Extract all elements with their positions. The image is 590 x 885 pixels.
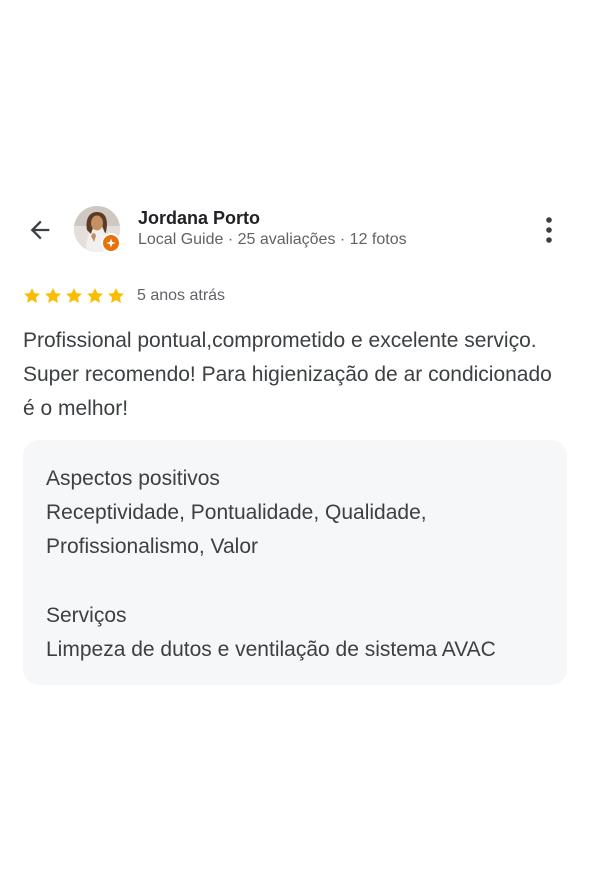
review-text: Profissional pontual,comprometido e exce… <box>23 329 552 420</box>
back-button[interactable] <box>22 212 58 248</box>
positive-aspects-value: Receptividade, Pontualidade, Qualidade, … <box>46 501 427 558</box>
local-guide-badge-icon <box>101 233 121 253</box>
review-header: Jordana Porto Local Guide · 25 avaliaçõe… <box>0 204 590 256</box>
positive-aspects-title: Aspectos positivos <box>46 467 220 490</box>
author-name[interactable]: Jordana Porto <box>138 208 260 229</box>
positive-aspects-section: Aspectos positivos Receptividade, Pontua… <box>46 462 556 564</box>
star-icon <box>106 286 126 306</box>
star-icon <box>64 286 84 306</box>
services-value: Limpeza de dutos e ventilação de sistema… <box>46 638 496 661</box>
star-icon <box>85 286 105 306</box>
star-icon <box>43 286 63 306</box>
author-meta: Local Guide · 25 avaliações · 12 fotos <box>138 231 407 248</box>
more-options-button[interactable] <box>534 212 564 248</box>
author-avatar[interactable] <box>74 206 122 254</box>
arrow-left-icon <box>30 220 50 240</box>
review-attributes-card: Aspectos positivos Receptividade, Pontua… <box>23 440 567 685</box>
more-vert-icon <box>546 217 552 243</box>
star-rating <box>22 286 126 306</box>
review-time: 5 anos atrás <box>137 287 226 304</box>
services-section: Serviços Limpeza de dutos e ventilação d… <box>46 599 556 667</box>
services-title: Serviços <box>46 604 127 627</box>
star-icon <box>22 286 42 306</box>
rating-row: 5 anos atrás <box>22 285 225 307</box>
